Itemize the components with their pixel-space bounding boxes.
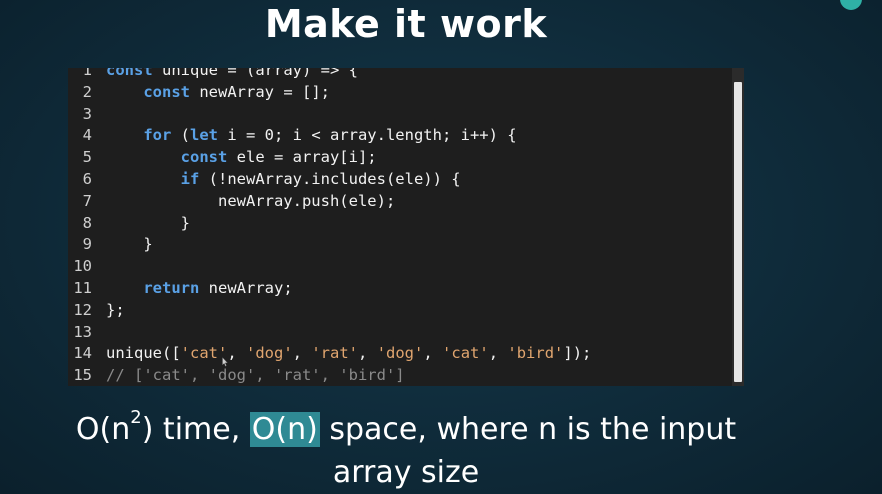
line-number: 4	[82, 126, 92, 145]
highlighted-space-complexity: O(n)	[249, 412, 320, 447]
vertical-scrollbar[interactable]	[732, 68, 744, 386]
code-line: 6 if (!newArray.includes(ele)) {	[68, 169, 730, 191]
code-line: 15 // ['cat', 'dog', 'rat', 'bird']	[68, 365, 730, 386]
caption-line-2: array size	[332, 455, 480, 490]
code-token: }	[106, 235, 153, 254]
code-token: ,	[423, 344, 443, 363]
code-token: i = 0; i < array.length; i++) {	[218, 126, 517, 145]
code-token: return	[143, 278, 200, 297]
line-number: 2	[82, 82, 92, 101]
code-token: 'bird'	[507, 344, 564, 363]
code-token: // ['cat', 'dog', 'rat', 'bird']	[106, 366, 405, 385]
scrollbar-thumb[interactable]	[734, 82, 742, 382]
code-token: ,	[358, 344, 377, 363]
complexity-caption: O(n2) time, O(n) space, where n is the i…	[0, 408, 812, 494]
caption-time-prefix: O(n	[75, 412, 131, 447]
code-text: if (!newArray.includes(ele)) {	[106, 169, 461, 191]
code-token: for	[143, 126, 172, 145]
line-number: 10	[73, 257, 92, 276]
code-token: };	[106, 300, 125, 319]
code-token: }	[106, 213, 190, 232]
code-text: const newArray = [];	[106, 82, 330, 104]
code-line: 11 return newArray;	[68, 278, 730, 300]
code-line: 5 const ele = array[i];	[68, 147, 730, 169]
code-token: newArray = [];	[190, 82, 330, 101]
code-text: return newArray;	[106, 278, 293, 300]
code-token: 'dog'	[246, 344, 293, 363]
code-token: if	[180, 169, 200, 188]
code-text: unique(['cat', 'dog', 'rat', 'dog', 'cat…	[106, 343, 591, 365]
code-token: (!newArray.includes(ele)) {	[199, 169, 461, 188]
line-number: 12	[73, 300, 92, 319]
code-token: 'dog'	[376, 344, 424, 363]
code-token: const	[106, 68, 153, 79]
code-token: 'rat'	[311, 344, 359, 363]
code-text: };	[106, 300, 125, 322]
code-text: }	[106, 234, 153, 256]
caption-exponent: 2	[130, 407, 142, 428]
code-line: 8 }	[68, 213, 730, 235]
code-token: ,	[488, 344, 508, 363]
line-number: 14	[73, 344, 92, 363]
line-number: 5	[82, 148, 92, 167]
code-token: const	[180, 148, 228, 167]
code-line: 10	[68, 256, 730, 278]
code-text: const ele = array[i];	[106, 147, 377, 169]
code-line: 7 newArray.push(ele);	[68, 191, 730, 213]
code-token: ,	[227, 344, 246, 363]
code-token: ]);	[563, 344, 592, 363]
code-token: ele = array[i];	[227, 148, 377, 167]
code-line: 12};	[68, 300, 730, 322]
caption-line-1: O(n2) time, O(n) space, where n is the i…	[0, 408, 812, 451]
line-number: 11	[73, 278, 92, 297]
slide-title: Make it work	[264, 2, 548, 46]
code-text: const unique = (array) => {	[106, 68, 358, 82]
line-number: 1	[82, 68, 92, 79]
line-number: 6	[82, 169, 92, 188]
code-token: newArray.push(ele);	[106, 191, 396, 210]
line-number: 15	[73, 366, 92, 385]
code-text: for (let i = 0; i < array.length; i++) {	[106, 125, 517, 147]
code-token: let	[190, 126, 218, 145]
line-number: 13	[73, 322, 92, 341]
code-token: unique([	[106, 344, 181, 363]
code-text: // ['cat', 'dog', 'rat', 'bird']	[106, 365, 405, 386]
code-line: 9 }	[68, 234, 730, 256]
code-text: }	[106, 213, 190, 235]
code-line: 1 const unique = (array) => {	[68, 68, 730, 82]
code-token: (	[171, 126, 190, 145]
caption-space-text: space, where n is the input	[319, 412, 737, 447]
code-line: 2 const newArray = [];	[68, 82, 730, 104]
code-line: 4 for (let i = 0; i < array.length; i++)…	[68, 125, 730, 147]
code-editor[interactable]: 1 const unique = (array) => {2 const newA…	[68, 68, 744, 386]
avatar[interactable]	[840, 0, 862, 10]
code-token: const	[143, 82, 190, 101]
code-token: 'cat'	[180, 344, 228, 363]
code-line: 3	[68, 104, 730, 126]
line-number: 3	[82, 104, 92, 123]
caption-time-suffix: ) time,	[141, 412, 250, 447]
code-line: 14 unique(['cat', 'dog', 'rat', 'dog', 'c…	[68, 343, 730, 365]
code-text: newArray.push(ele);	[106, 191, 395, 213]
code-token: unique = (array) => {	[152, 68, 358, 79]
code-token: 'cat'	[442, 344, 489, 363]
line-number: 7	[82, 191, 92, 210]
mouse-cursor-icon	[222, 357, 228, 367]
code-lines: 1 const unique = (array) => {2 const newA…	[68, 68, 730, 386]
code-token: ,	[292, 344, 312, 363]
code-line: 13	[68, 322, 730, 344]
code-token: newArray;	[199, 278, 293, 297]
line-number: 9	[82, 235, 92, 254]
line-number: 8	[82, 213, 92, 232]
